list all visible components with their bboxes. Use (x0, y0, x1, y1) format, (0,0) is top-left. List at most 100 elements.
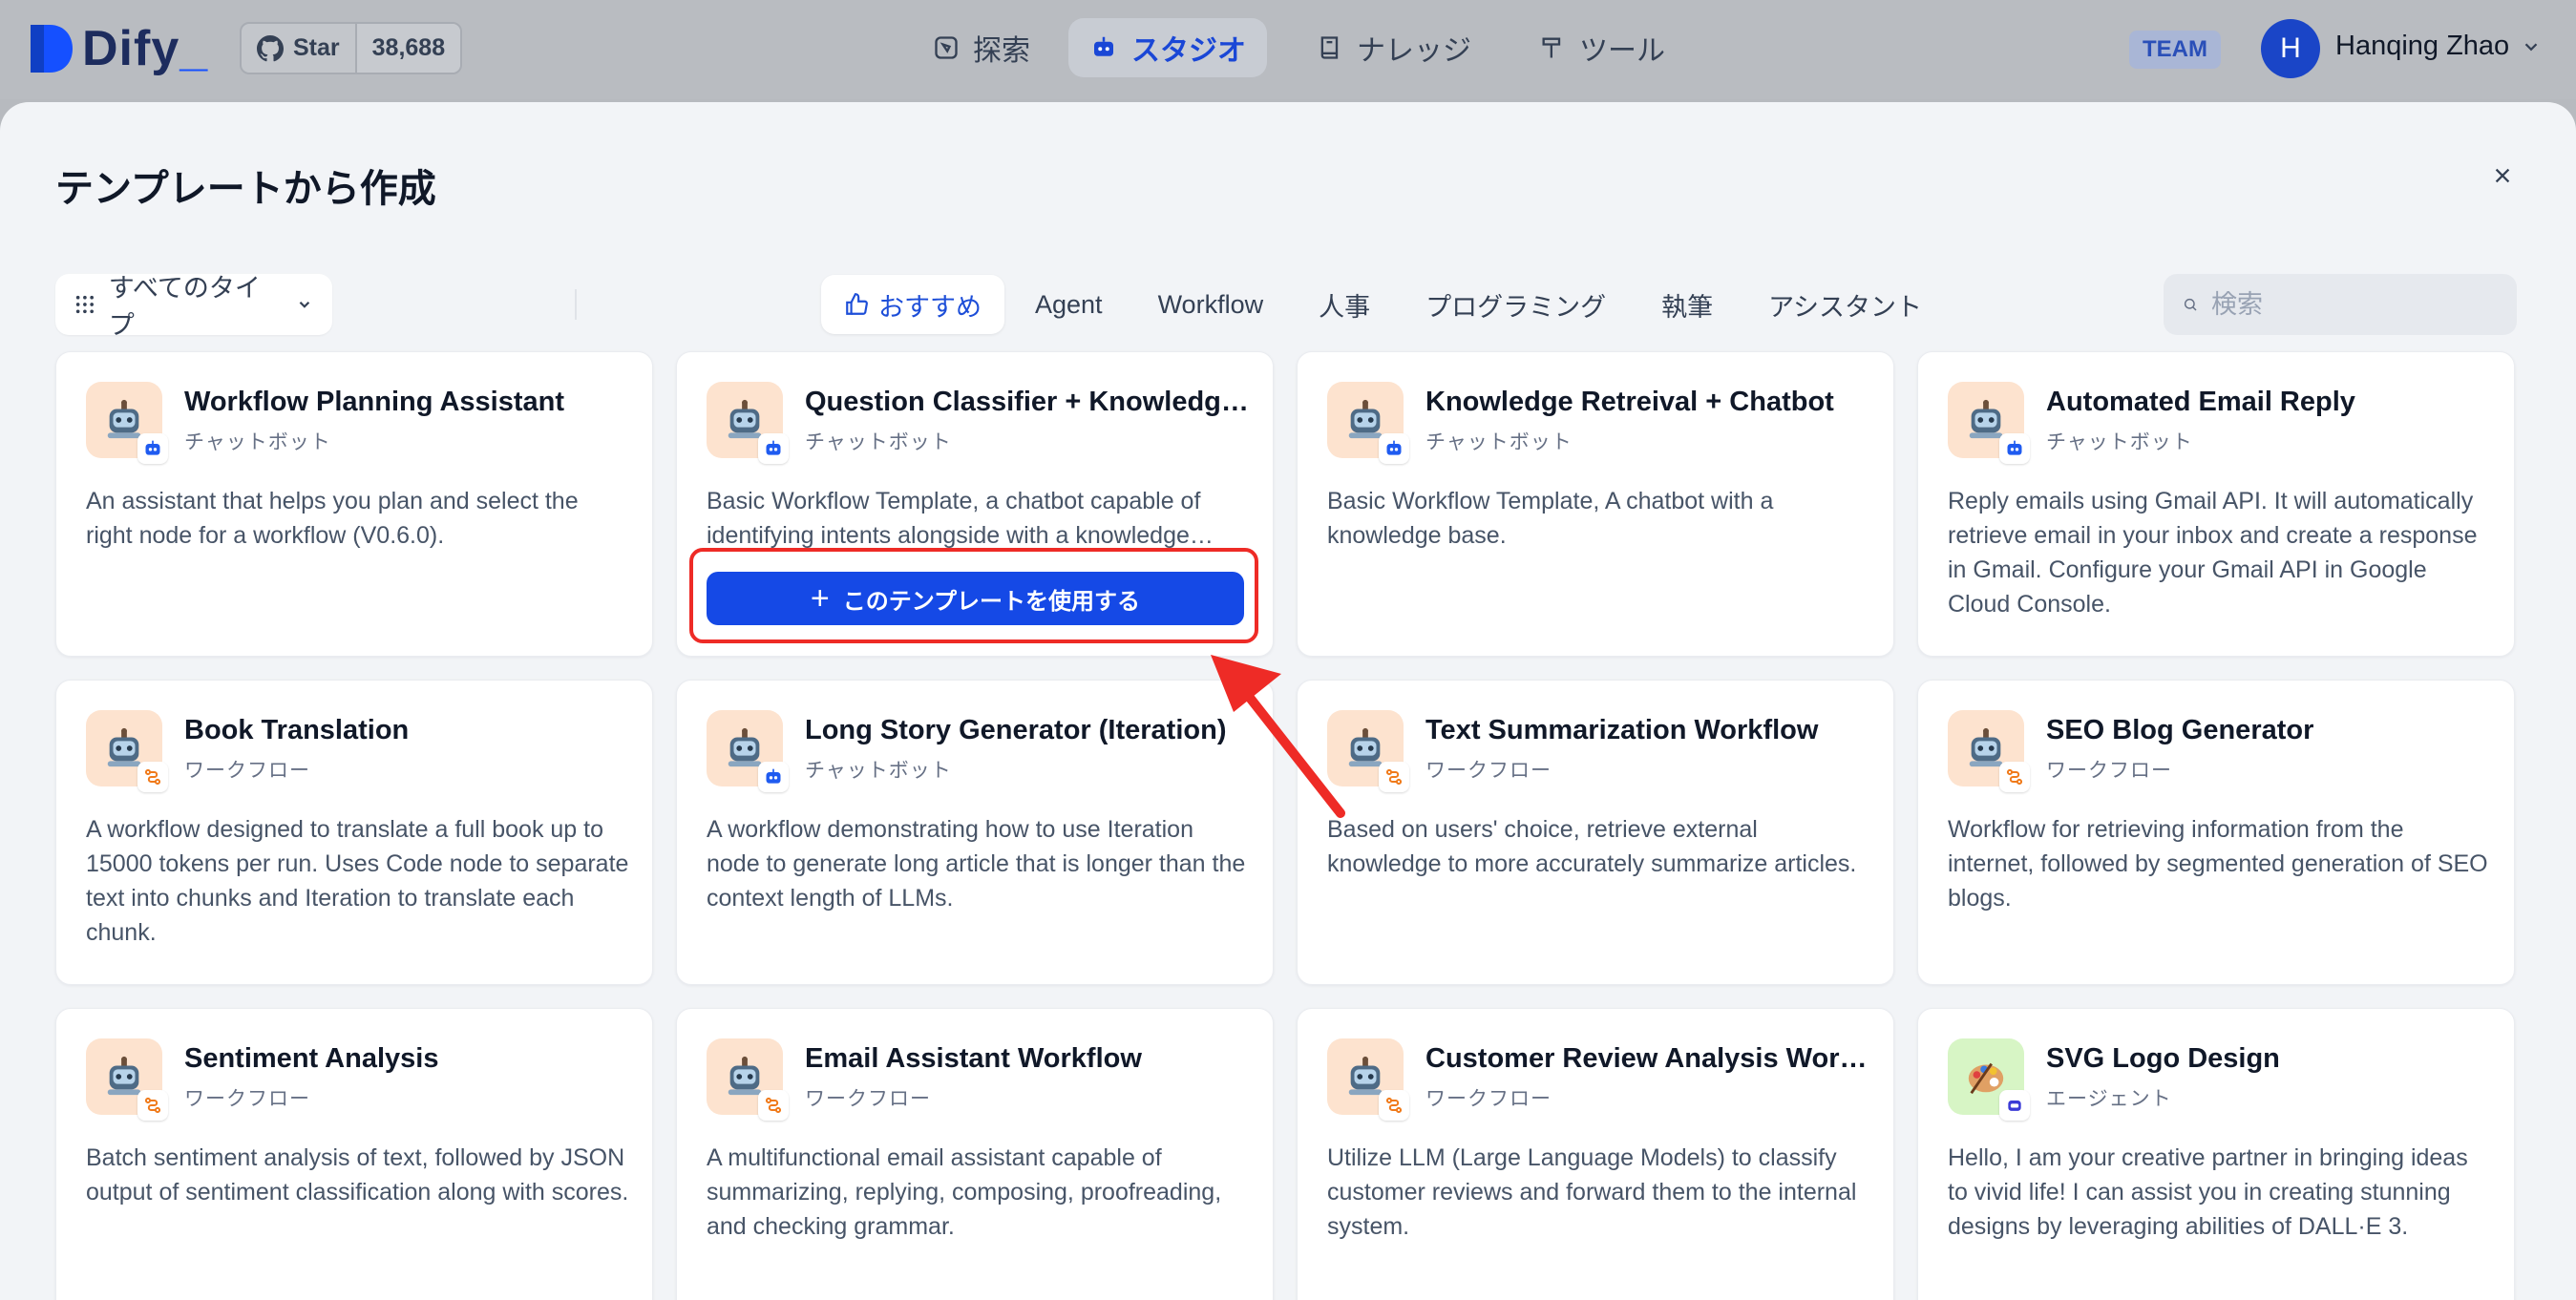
workflow-icon (758, 1090, 789, 1121)
nav-studio[interactable]: スタジオ (1068, 18, 1267, 77)
card-description: Basic Workflow Template, A chatbot with … (1327, 488, 1774, 549)
divider (575, 289, 577, 320)
github-icon (257, 34, 284, 61)
close-icon (2495, 168, 2510, 183)
github-star-count[interactable]: 38,688 (356, 24, 461, 73)
nav-tools[interactable]: ツール (1518, 18, 1686, 77)
card-description: A workflow designed to translate a full … (86, 816, 629, 946)
template-card[interactable]: Customer Review Analysis Workflow ワークフロー U… (1297, 1008, 1894, 1300)
github-star-label: Star (293, 34, 340, 61)
tab-agent[interactable]: Agent (1010, 275, 1128, 334)
type-filter-dropdown[interactable]: すべてのタイプ (55, 274, 332, 340)
template-card[interactable]: SVG Logo Design エージェント Hello, I am your cr… (1917, 1008, 2515, 1300)
workflow-icon (1379, 1090, 1409, 1121)
robot-icon (1948, 710, 2030, 792)
card-title: SEO Blog Generator (2046, 715, 2314, 745)
use-template-label: このテンプレートを使用する (842, 588, 1141, 615)
robot-icon (707, 382, 789, 464)
template-card[interactable]: Automated Email Reply チャットボット Reply emails… (1917, 351, 2515, 657)
tab-recommended[interactable]: おすすめ (821, 275, 1004, 334)
template-card[interactable]: Book Translation ワークフロー A workflow designe… (55, 680, 653, 985)
card-type: ワークフロー (184, 1088, 310, 1110)
github-star-button[interactable]: Star (242, 24, 357, 73)
hammer-icon (1542, 37, 1561, 58)
workflow-icon (1379, 762, 1409, 792)
template-card[interactable]: Long Story Generator (Iteration) チャットボット A… (676, 680, 1274, 985)
card-description: Workflow for retrieving information from… (1948, 816, 2488, 912)
chatbot-icon (758, 433, 789, 464)
template-card[interactable]: Workflow Planning Assistant チャットボット An ass… (55, 351, 653, 657)
user-avatar[interactable]: H (2261, 19, 2320, 78)
template-card[interactable]: Email Assistant Workflow ワークフロー A multifun… (676, 1008, 1274, 1300)
template-card[interactable]: Text Summarization Workflow ワークフロー Based o… (1297, 680, 1894, 985)
card-type: チャットボット (805, 431, 952, 453)
chevron-down-icon[interactable] (2521, 36, 2542, 57)
red-arrow-annotation (1211, 655, 1345, 818)
search-box[interactable] (2164, 274, 2517, 335)
robot-icon (707, 1038, 789, 1121)
nav-knowledge[interactable]: ナレッジ (1296, 18, 1492, 77)
card-type: ワークフロー (184, 760, 310, 782)
grid-dots-icon (75, 295, 94, 314)
tab-workflow[interactable]: Workflow (1133, 275, 1289, 334)
chatbot-icon (758, 762, 789, 792)
robot-icon (86, 1038, 168, 1121)
robot-icon (86, 382, 168, 464)
card-type: チャットボット (805, 760, 952, 782)
card-type: ワークフロー (1425, 760, 1552, 782)
nav-explore-label: 探索 (973, 35, 1030, 67)
card-title: Sentiment Analysis (184, 1043, 439, 1074)
team-badge: TEAM (2129, 31, 2221, 69)
card-type: チャットボット (2046, 431, 2193, 453)
card-title: Knowledge Retreival + Chatbot (1425, 387, 1834, 417)
tab-assistant[interactable]: アシスタント (1743, 275, 1947, 334)
dify-logo-text: Dify_ (82, 21, 209, 76)
user-name[interactable]: Hanqing Zhao (2335, 31, 2509, 62)
nav-tools-label: ツール (1579, 35, 1665, 67)
chatbot-icon (1379, 433, 1409, 464)
tab-programming[interactable]: プログラミング (1401, 275, 1631, 334)
tab-writing[interactable]: 執筆 (1636, 275, 1738, 334)
robot-nav-icon (1094, 36, 1113, 56)
plus-icon: + (810, 580, 830, 617)
tab-label: おすすめ (878, 292, 982, 322)
type-filter-label: すべてのタイプ (108, 274, 261, 340)
card-title: Question Classifier + Knowledge + Chatbo… (805, 387, 1254, 417)
card-title: Long Story Generator (Iteration) (805, 715, 1227, 745)
card-title: Book Translation (184, 715, 410, 745)
nav-explore[interactable]: 探索 (912, 18, 1051, 77)
robot-icon (1327, 382, 1409, 464)
card-description: Basic Workflow Template, a chatbot capab… (707, 488, 1201, 549)
thumbs-up-icon (846, 293, 868, 315)
search-input[interactable] (2211, 289, 2498, 320)
book-icon (1320, 36, 1339, 59)
template-card[interactable]: Knowledge Retreival + Chatbot チャットボット Basi… (1297, 351, 1894, 657)
template-card[interactable]: SEO Blog Generator ワークフロー Workflow for ret… (1917, 680, 2515, 985)
robot-icon (1327, 1038, 1409, 1121)
robot-icon (707, 710, 789, 792)
nav-studio-label: スタジオ (1131, 35, 1246, 67)
card-type: ワークフロー (2046, 760, 2172, 782)
card-description: Batch sentiment analysis of text, follow… (86, 1144, 629, 1206)
chevron-down-icon (299, 301, 310, 308)
close-button[interactable] (2486, 159, 2519, 192)
card-description: An assistant that helps you plan and sel… (86, 488, 579, 549)
card-type: ワークフロー (805, 1088, 931, 1110)
card-description: Hello, I am your creative partner in bri… (1948, 1144, 2468, 1240)
use-template-button[interactable]: + このテンプレートを使用する (707, 572, 1244, 625)
card-title: Customer Review Analysis Workflow (1425, 1043, 1874, 1074)
card-type: エージェント (2046, 1088, 2172, 1110)
top-navigation-bar: Dify_ Star 38,688 探索 スタジオ ナレッジ ツール TEAM … (0, 0, 2576, 99)
palette-icon (1948, 1038, 2030, 1121)
template-card[interactable]: Sentiment Analysis ワークフロー Batch sentiment … (55, 1008, 653, 1300)
chatbot-icon (1999, 433, 2030, 464)
tab-hr[interactable]: 人事 (1294, 275, 1395, 334)
card-type: チャットボット (1425, 431, 1573, 453)
card-title: Automated Email Reply (2046, 387, 2355, 417)
card-type: チャットボット (184, 431, 331, 453)
dify-logo[interactable]: Dify_ (27, 21, 208, 76)
card-title: SVG Logo Design (2046, 1043, 2280, 1074)
github-star-widget[interactable]: Star 38,688 (240, 22, 463, 74)
card-description: Reply emails using Gmail API. It will au… (1948, 488, 2478, 618)
card-description: Based on users' choice, retrieve externa… (1327, 816, 1857, 877)
